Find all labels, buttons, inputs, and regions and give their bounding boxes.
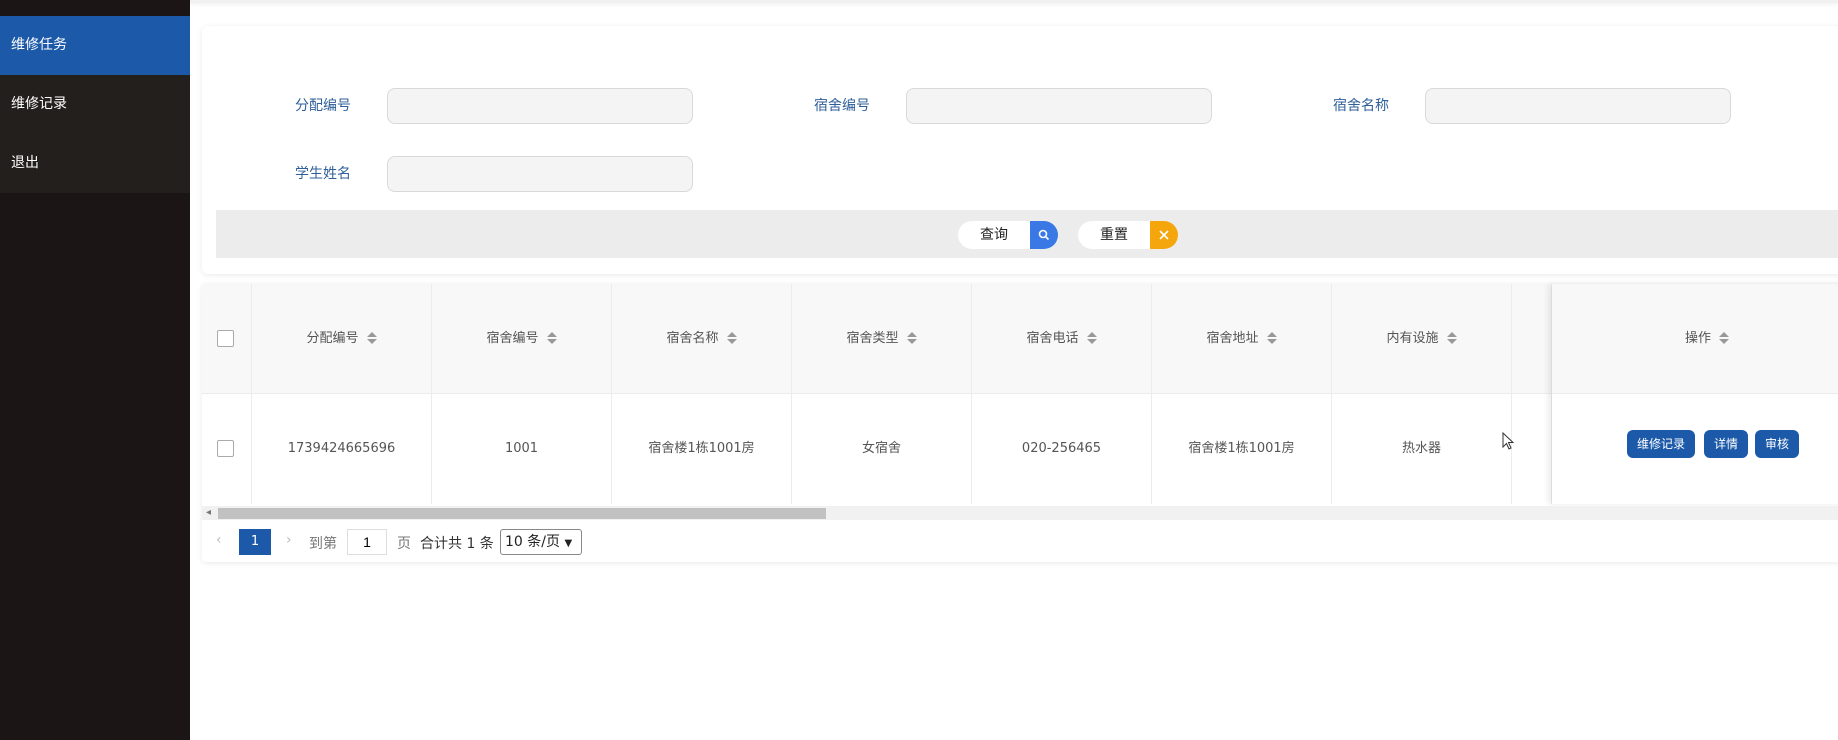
reset-button[interactable]: 重置 — [1078, 221, 1178, 249]
dorm-id-label: 宿舍编号 — [814, 98, 870, 114]
query-button[interactable]: 查询 — [958, 221, 1058, 249]
mouse-cursor-icon — [1502, 432, 1515, 450]
column-header[interactable]: 宿舍类型 — [792, 284, 972, 394]
table-cell-overflow — [1512, 394, 1552, 504]
main-content: 分配编号 宿舍编号 宿舍名称 学生姓名 查询 重置 分配编号 宿舍编号 宿舍名称… — [190, 0, 1838, 740]
table-cell: 宿舍楼1栋1001房 — [1152, 394, 1332, 504]
sidebar-item-logout[interactable]: 退出 — [0, 134, 190, 193]
table-cell: 宿舍楼1栋1001房 — [612, 394, 792, 504]
dorm-name-label: 宿舍名称 — [1333, 98, 1389, 114]
column-header-overflow — [1512, 284, 1552, 394]
next-page-icon[interactable]: › — [286, 532, 292, 548]
scroll-left-icon[interactable]: ◂ — [206, 507, 211, 518]
sidebar-item-repair-records[interactable]: 维修记录 — [0, 75, 190, 134]
sort-icon[interactable] — [366, 331, 377, 345]
review-button[interactable]: 审核 — [1755, 430, 1800, 458]
top-bar — [190, 0, 1838, 3]
column-label: 宿舍地址 — [1206, 331, 1259, 346]
total-count: 合计共 1 条 — [420, 536, 494, 552]
data-table: 分配编号 宿舍编号 宿舍名称 宿舍类型 宿舍电话 宿舍地址 内有设施 17394… — [202, 284, 1838, 562]
assign-id-input[interactable] — [387, 88, 693, 124]
goto-page-input[interactable] — [347, 529, 387, 555]
sort-icon[interactable] — [1266, 331, 1277, 345]
search-button-bar: 查询 重置 — [216, 210, 1838, 258]
search-icon — [1030, 221, 1058, 249]
horizontal-scrollbar[interactable]: ◂ — [202, 506, 1838, 520]
chevron-down-icon: ▼ — [564, 538, 573, 549]
goto-prefix: 到第 — [309, 536, 337, 552]
sidebar: 维修任务 维修记录 退出 — [0, 0, 190, 740]
column-label: 宿舍编号 — [486, 331, 539, 346]
column-header[interactable]: 操作 — [1552, 284, 1838, 394]
sort-icon[interactable] — [1446, 331, 1457, 345]
column-label: 宿舍电话 — [1026, 331, 1079, 346]
column-header[interactable]: 宿舍编号 — [432, 284, 612, 394]
detail-button[interactable]: 详情 — [1704, 430, 1749, 458]
close-icon — [1150, 221, 1178, 249]
column-label: 宿舍类型 — [846, 331, 899, 346]
row-select-cell — [202, 394, 252, 504]
column-header[interactable]: 宿舍地址 — [1152, 284, 1332, 394]
select-all-checkbox[interactable] — [217, 330, 234, 347]
column-label: 内有设施 — [1386, 331, 1439, 346]
search-panel: 分配编号 宿舍编号 宿舍名称 学生姓名 查询 重置 — [202, 26, 1838, 274]
goto-suffix: 页 — [397, 536, 411, 552]
column-header[interactable]: 分配编号 — [252, 284, 432, 394]
sort-icon[interactable] — [1086, 331, 1097, 345]
table-cell: 020-256465 — [972, 394, 1152, 504]
scrollbar-thumb[interactable] — [218, 508, 826, 519]
column-label: 宿舍名称 — [666, 331, 719, 346]
fixed-action-column: 操作 维修记录 详情 审核 — [1552, 284, 1838, 504]
sort-icon[interactable] — [726, 331, 737, 345]
sort-icon[interactable] — [546, 331, 557, 345]
reset-label: 重置 — [1100, 227, 1128, 243]
repair-record-button[interactable]: 维修记录 — [1627, 430, 1696, 458]
action-cell: 维修记录 详情 审核 — [1552, 394, 1838, 504]
dorm-name-input[interactable] — [1425, 88, 1731, 124]
query-label: 查询 — [980, 227, 1008, 243]
prev-page-icon[interactable]: ‹ — [216, 532, 222, 548]
sidebar-item-repair-tasks[interactable]: 维修任务 — [0, 16, 190, 75]
table-cell: 1739424665696 — [252, 394, 432, 504]
student-name-input[interactable] — [387, 156, 693, 192]
current-page-button[interactable]: 1 — [239, 529, 271, 555]
assign-id-label: 分配编号 — [295, 98, 351, 114]
column-header[interactable]: 宿舍电话 — [972, 284, 1152, 394]
column-label: 操作 — [1684, 331, 1711, 346]
page-size-value: 10 条/页 — [505, 534, 560, 550]
sort-icon[interactable] — [1719, 331, 1729, 345]
column-header[interactable]: 宿舍名称 — [612, 284, 792, 394]
row-checkbox[interactable] — [217, 440, 234, 457]
page-size-select[interactable]: 10 条/页 ▼ — [500, 529, 582, 555]
sort-icon[interactable] — [906, 331, 917, 345]
table-cell: 女宿舍 — [792, 394, 972, 504]
column-header[interactable]: 内有设施 — [1332, 284, 1512, 394]
table-cell: 1001 — [432, 394, 612, 504]
dorm-id-input[interactable] — [906, 88, 1212, 124]
column-label: 分配编号 — [306, 331, 359, 346]
sidebar-top — [0, 0, 190, 16]
student-name-label: 学生姓名 — [295, 166, 351, 182]
pagination: ‹ 1 › 到第 页 合计共 1 条 10 条/页 ▼ — [202, 528, 802, 556]
table-cell: 热水器 — [1332, 394, 1512, 504]
select-all-cell — [202, 284, 252, 394]
